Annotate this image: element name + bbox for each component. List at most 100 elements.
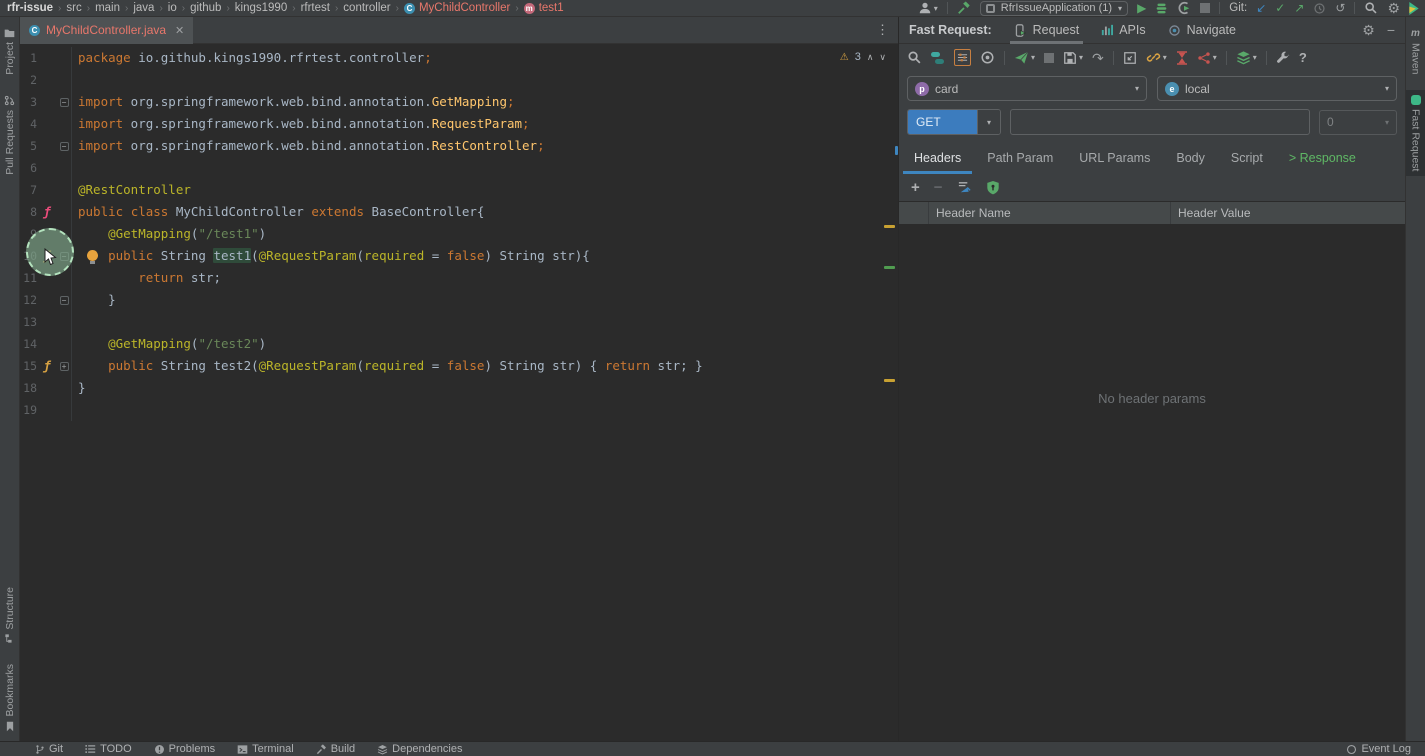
filter-settings-icon[interactable]	[954, 49, 971, 66]
next-warning-icon[interactable]: ∨	[879, 52, 886, 63]
tab-options-icon[interactable]: ⋮	[876, 22, 890, 38]
send-request-button[interactable]: ▾	[1014, 50, 1035, 65]
fold-toggle-icon[interactable]: −	[59, 141, 69, 151]
vcs-stripe-mark[interactable]	[884, 266, 895, 269]
code-line[interactable]: 9 @GetMapping("/test1")	[20, 223, 898, 245]
sidebar-item-structure[interactable]: Structure	[0, 582, 19, 650]
code-line[interactable]: 13	[20, 311, 898, 333]
code-line[interactable]: 12 − }	[20, 289, 898, 311]
profile-button[interactable]: ▾	[918, 1, 938, 15]
breadcrumb-project[interactable]: rfr-issue	[7, 2, 53, 14]
environment-select[interactable]: e local ▾	[1157, 76, 1397, 101]
tab-url-params[interactable]: URL Params	[1066, 141, 1163, 174]
search-icon[interactable]	[1364, 1, 1378, 15]
code-line[interactable]: 10ƒ− public String test1(@RequestParam(r…	[20, 245, 898, 267]
share-button[interactable]: ▾	[1197, 51, 1217, 65]
git-commit-icon[interactable]: ✓	[1275, 2, 1285, 14]
code-line[interactable]: 6	[20, 157, 898, 179]
code-line[interactable]: 1 package io.github.kings1990.rfrtest.con…	[20, 47, 898, 69]
breadcrumb-item[interactable]: rfrtest	[301, 2, 330, 14]
environment-layers-button[interactable]: ▾	[1236, 50, 1257, 65]
breadcrumb-item[interactable]: java	[133, 2, 154, 14]
help-button[interactable]: ?	[1299, 50, 1307, 65]
sidebar-item-maven[interactable]: m Maven	[1406, 23, 1425, 80]
breadcrumb-class[interactable]: C MyChildController	[403, 2, 510, 14]
code-line[interactable]: 15 ƒ + public String test2(@RequestParam(r…	[20, 355, 898, 377]
sidebar-item-bookmarks[interactable]: Bookmarks	[0, 659, 19, 737]
fold-toggle-icon[interactable]: −	[59, 97, 69, 107]
fast-request-gutter-icon[interactable]: ƒ	[43, 359, 50, 373]
sidebar-item-project[interactable]: Project	[0, 23, 19, 80]
rollback-icon[interactable]: ↺	[1335, 2, 1345, 14]
toolwindow-terminal[interactable]: Terminal	[237, 743, 294, 755]
breadcrumb-item[interactable]: src	[66, 2, 81, 14]
code-line[interactable]: 8 ƒ public class MyChildController extends…	[20, 201, 898, 223]
toolwindow-dependencies[interactable]: Dependencies	[377, 743, 463, 755]
column-header-name[interactable]: Header Name	[929, 202, 1171, 224]
toggle-config-icon[interactable]	[931, 51, 945, 65]
breadcrumb-item[interactable]: github	[190, 2, 221, 14]
breadcrumb-item[interactable]: main	[95, 2, 120, 14]
target-icon[interactable]	[980, 50, 995, 65]
breadcrumb-item[interactable]: kings1990	[235, 2, 287, 14]
hourglass-icon[interactable]	[1176, 50, 1188, 65]
git-push-icon[interactable]: ↗	[1294, 2, 1304, 14]
warning-stripe-mark[interactable]	[884, 379, 895, 382]
tab-request[interactable]: Request	[1009, 17, 1083, 44]
settings-gear-icon[interactable]: ⚙	[1387, 1, 1400, 15]
copy-link-button[interactable]: ▾	[1146, 50, 1167, 65]
fold-toggle-icon[interactable]: +	[59, 361, 69, 371]
add-header-button[interactable]: +	[911, 180, 920, 195]
code-line[interactable]: 18}	[20, 377, 898, 399]
code-line[interactable]: 5 − import org.springframework.web.bind.an…	[20, 135, 898, 157]
column-header-value[interactable]: Header Value	[1171, 206, 1405, 220]
tab-response[interactable]: > Response	[1276, 141, 1369, 174]
git-update-icon[interactable]: ↙	[1256, 2, 1266, 14]
editor-tab[interactable]: C MyChildController.java ✕	[20, 16, 194, 44]
method-select[interactable]: GET ▾	[907, 109, 1001, 135]
tab-navigate[interactable]: Navigate	[1168, 17, 1236, 44]
hide-panel-icon[interactable]: −	[1387, 23, 1395, 37]
code-line[interactable]: 2	[20, 69, 898, 91]
breadcrumb-item[interactable]: controller	[343, 2, 390, 14]
wrench-icon[interactable]	[1276, 51, 1290, 65]
save-button[interactable]: ▾	[1063, 51, 1083, 65]
stop-button[interactable]	[1200, 3, 1211, 13]
code-line[interactable]: 7 @RestController	[20, 179, 898, 201]
count-select[interactable]: 0 ▾	[1319, 109, 1397, 135]
code-line[interactable]: 11 return str;	[20, 267, 898, 289]
run-button[interactable]: ▶	[1137, 2, 1146, 14]
code-line[interactable]: 3 − import org.springframework.web.bind.an…	[20, 91, 898, 113]
close-icon[interactable]: ✕	[175, 24, 184, 37]
headers-table-body[interactable]: No header params	[899, 225, 1405, 741]
toolwindow-problems[interactable]: Problems	[154, 743, 215, 755]
toolwindow-git[interactable]: Git	[35, 743, 63, 755]
tab-headers[interactable]: Headers	[901, 141, 974, 174]
breadcrumb-item[interactable]: io	[168, 2, 177, 14]
sidebar-item-pull-requests[interactable]: Pull Requests	[0, 90, 19, 180]
toolwindow-todo[interactable]: TODO	[85, 743, 132, 755]
run-fast-request-icon[interactable]	[1177, 1, 1191, 15]
import-curl-icon[interactable]	[1123, 51, 1137, 65]
add-preset-headers-icon[interactable]	[957, 180, 972, 195]
breadcrumb-method[interactable]: m test1	[523, 2, 564, 14]
code-line[interactable]: 19	[20, 399, 898, 421]
code-editor[interactable]: 1 package io.github.kings1990.rfrtest.con…	[20, 44, 898, 741]
build-hammer-icon[interactable]	[957, 1, 971, 15]
run-configuration-select[interactable]: RfrIssueApplication (1) ▾	[979, 0, 1129, 16]
tab-apis[interactable]: APIs	[1101, 17, 1146, 44]
prev-warning-icon[interactable]: ∧	[867, 52, 874, 63]
tab-path-param[interactable]: Path Param	[974, 141, 1066, 174]
panel-settings-gear-icon[interactable]: ⚙	[1362, 23, 1375, 37]
intention-bulb-icon[interactable]	[87, 250, 98, 264]
search-icon[interactable]	[907, 50, 922, 65]
warning-stripe-mark[interactable]	[884, 225, 895, 228]
fast-request-gutter-icon[interactable]: ƒ	[43, 205, 50, 219]
url-input[interactable]	[1010, 109, 1310, 135]
project-select[interactable]: p card ▾	[907, 76, 1147, 101]
inspections-widget[interactable]: ⚠ 3 ∧ ∨	[840, 51, 886, 63]
code-line[interactable]: 4 import org.springframework.web.bind.ann…	[20, 113, 898, 135]
toolwindow-event-log[interactable]: Event Log	[1346, 743, 1411, 755]
fold-toggle-icon[interactable]: −	[59, 295, 69, 305]
tab-script[interactable]: Script	[1218, 141, 1276, 174]
